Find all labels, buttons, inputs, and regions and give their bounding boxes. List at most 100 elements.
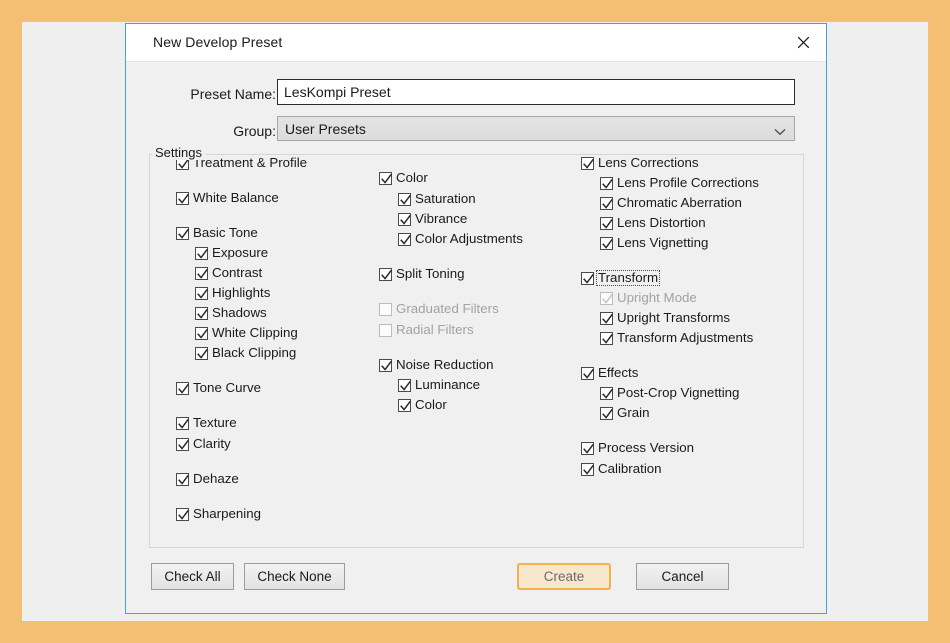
- checkbox-label: Chromatic Aberration: [617, 195, 742, 210]
- checkbox-label: Dehaze: [193, 471, 239, 486]
- page-backdrop: New Develop Preset Preset Name: Group: U…: [22, 22, 928, 621]
- preset-name-input[interactable]: [277, 79, 795, 105]
- checkbox-label: Color Adjustments: [415, 231, 523, 246]
- checkbox-checked-icon[interactable]: [195, 246, 208, 260]
- checkbox-checked-icon[interactable]: [176, 226, 189, 240]
- checkbox-row[interactable]: Highlights: [195, 284, 270, 302]
- checkbox-checked-icon[interactable]: [176, 507, 189, 521]
- checkbox-label: Texture: [193, 415, 237, 430]
- checkbox-row[interactable]: Shadows: [195, 304, 267, 322]
- checkbox-checked-icon[interactable]: [581, 366, 594, 380]
- checkbox-row[interactable]: Clarity: [176, 435, 231, 453]
- checkbox-checked-icon[interactable]: [600, 386, 613, 400]
- checkbox-row[interactable]: Lens Vignetting: [600, 234, 708, 252]
- checkbox-row[interactable]: Contrast: [195, 264, 262, 282]
- check-all-button[interactable]: Check All: [151, 563, 234, 590]
- checkbox-checked-icon[interactable]: [398, 232, 411, 246]
- checkbox-row[interactable]: Post-Crop Vignetting: [600, 384, 739, 402]
- create-button[interactable]: Create: [517, 563, 611, 590]
- checkbox-label: Process Version: [598, 440, 695, 455]
- checkbox-label: Luminance: [415, 377, 481, 392]
- checkbox-row[interactable]: Color: [398, 396, 447, 414]
- checkbox-row[interactable]: Upright Transforms: [600, 309, 730, 327]
- checkbox-checked-icon[interactable]: [176, 472, 189, 486]
- checkbox-row: Upright Mode: [600, 289, 697, 307]
- checkbox-row[interactable]: Basic Tone: [176, 224, 258, 242]
- checkbox-checked-icon[interactable]: [195, 266, 208, 280]
- checkbox-row[interactable]: Calibration: [581, 460, 662, 478]
- checkbox-label: Post-Crop Vignetting: [617, 385, 740, 400]
- checkbox-row[interactable]: White Clipping: [195, 324, 298, 342]
- checkbox-checked-icon[interactable]: [398, 192, 411, 206]
- checkbox-label: Color: [396, 170, 428, 185]
- checkbox-row[interactable]: Color Adjustments: [398, 230, 523, 248]
- cancel-button[interactable]: Cancel: [636, 563, 729, 590]
- checkbox-checked-icon[interactable]: [600, 311, 613, 325]
- close-icon[interactable]: [781, 24, 826, 60]
- checkbox-row[interactable]: Texture: [176, 414, 237, 432]
- checkbox-row: Radial Filters: [379, 321, 474, 339]
- checkbox-label: Transform: [595, 270, 661, 286]
- checkbox-row[interactable]: Color: [379, 169, 428, 187]
- checkbox-row[interactable]: Process Version: [581, 439, 694, 457]
- checkbox-checked-icon[interactable]: [581, 462, 594, 476]
- checkbox-label: Shadows: [212, 305, 267, 320]
- checkbox-checked-icon[interactable]: [176, 381, 189, 395]
- checkbox-row[interactable]: Lens Distortion: [600, 214, 706, 232]
- checkbox-row[interactable]: Grain: [600, 404, 650, 422]
- checkbox-checked-icon[interactable]: [398, 398, 411, 412]
- checkbox-checked-icon[interactable]: [195, 306, 208, 320]
- settings-legend: Settings: [152, 145, 206, 160]
- checkbox-checked-icon[interactable]: [195, 286, 208, 300]
- checkbox-checked-icon[interactable]: [581, 271, 594, 285]
- checkbox-label: Exposure: [212, 245, 269, 260]
- checkbox-row[interactable]: White Balance: [176, 189, 279, 207]
- checkbox-checked-icon[interactable]: [600, 216, 613, 230]
- checkbox-row[interactable]: Luminance: [398, 376, 480, 394]
- checkbox-row[interactable]: Chromatic Aberration: [600, 194, 742, 212]
- checkbox-checked-icon[interactable]: [600, 176, 613, 190]
- checkbox-row[interactable]: Split Toning: [379, 265, 465, 283]
- checkbox-label: Noise Reduction: [396, 357, 494, 372]
- checkbox-checked-icon[interactable]: [398, 378, 411, 392]
- checkbox-row[interactable]: Saturation: [398, 190, 476, 208]
- checkbox-label: Vibrance: [415, 211, 468, 226]
- checkbox-row[interactable]: Black Clipping: [195, 344, 296, 362]
- checkbox-checked-icon[interactable]: [195, 346, 208, 360]
- checkbox-checked-icon[interactable]: [600, 236, 613, 250]
- checkbox-checked-icon[interactable]: [195, 326, 208, 340]
- checkbox-checked-icon[interactable]: [600, 196, 613, 210]
- checkbox-row[interactable]: Lens Corrections: [581, 154, 699, 172]
- checkbox-row[interactable]: Lens Profile Corrections: [600, 174, 759, 192]
- group-select[interactable]: User Presets: [277, 116, 795, 141]
- checkbox-checked-icon[interactable]: [581, 441, 594, 455]
- checkbox-checked-icon[interactable]: [398, 212, 411, 226]
- checkbox-row[interactable]: Sharpening: [176, 505, 261, 523]
- checkbox-label: Sharpening: [193, 506, 262, 521]
- checkbox-checked-icon[interactable]: [379, 171, 392, 185]
- checkbox-label: Tone Curve: [193, 380, 261, 395]
- checkbox-row[interactable]: Effects: [581, 364, 638, 382]
- checkbox-checked-icon[interactable]: [176, 437, 189, 451]
- checkbox-row[interactable]: Transform Adjustments: [600, 329, 753, 347]
- checkbox-label: Graduated Filters: [396, 301, 499, 316]
- checkbox-row: Graduated Filters: [379, 300, 499, 318]
- checkbox-checked-icon[interactable]: [379, 267, 392, 281]
- checkbox-checked-icon[interactable]: [379, 358, 392, 372]
- checkbox-checked-icon[interactable]: [176, 191, 189, 205]
- check-none-button[interactable]: Check None: [244, 563, 345, 590]
- checkbox-label: Upright Transforms: [617, 310, 731, 325]
- checkbox-row[interactable]: Tone Curve: [176, 379, 261, 397]
- checkbox-checked-icon[interactable]: [581, 156, 594, 170]
- checkbox-row[interactable]: Dehaze: [176, 470, 239, 488]
- checkbox-checked-icon[interactable]: [176, 416, 189, 430]
- checkbox-checked-icon[interactable]: [600, 331, 613, 345]
- dialog-titlebar: New Develop Preset: [126, 24, 826, 62]
- checkbox-label: Effects: [598, 365, 639, 380]
- checkbox-row[interactable]: Transform: [581, 269, 661, 287]
- checkbox-row[interactable]: Noise Reduction: [379, 356, 494, 374]
- checkbox-row[interactable]: Exposure: [195, 244, 268, 262]
- checkbox-checked-icon[interactable]: [600, 406, 613, 420]
- checkbox-label: White Balance: [193, 190, 279, 205]
- checkbox-row[interactable]: Vibrance: [398, 210, 467, 228]
